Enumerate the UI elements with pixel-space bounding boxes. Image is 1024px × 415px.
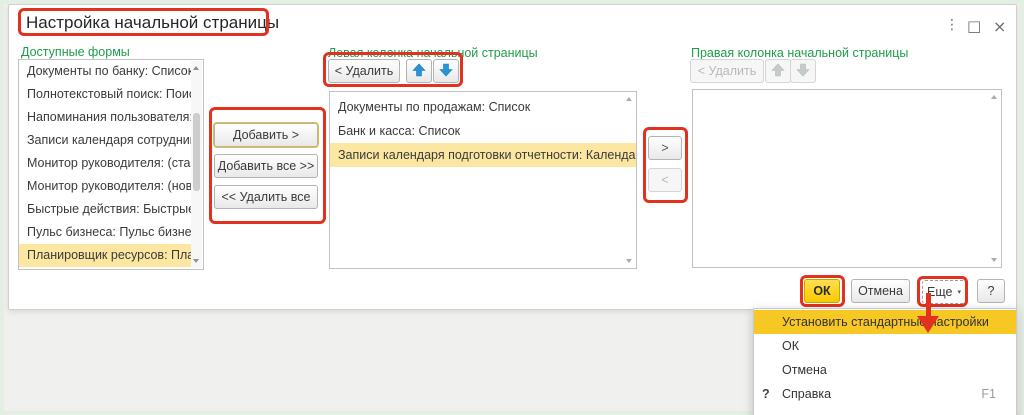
menu-item-label: Установить стандартные настройки [782, 315, 996, 329]
ok-button[interactable]: ОК [804, 279, 840, 303]
cancel-button[interactable]: Отмена [851, 279, 910, 303]
menu-item-icon: ? [754, 387, 782, 401]
start-page-setup-dialog: Настройка начальной страницы ⋮ □ × Досту… [8, 4, 1017, 310]
close-icon[interactable]: × [993, 17, 1006, 36]
screenshot-canvas: Настройка начальной страницы ⋮ □ × Досту… [0, 0, 1024, 415]
list-item[interactable]: Напоминания пользователя: ... [19, 106, 191, 129]
arrow-down-icon [796, 63, 810, 80]
scroll-up-icon[interactable] [991, 95, 997, 99]
available-forms-list[interactable]: Документы по банку: Список Полнотекстовы… [18, 59, 204, 270]
more-context-menu: Установить стандартные настройки ОК Отме… [753, 308, 1017, 415]
arrow-up-icon [412, 63, 426, 80]
menu-item[interactable]: Отмена [754, 358, 1016, 382]
list-item[interactable] [19, 267, 191, 269]
list-item[interactable]: Монитор руководителя: (новый) [19, 175, 191, 198]
right-column-list[interactable] [692, 89, 1002, 268]
scrollbar-thumb[interactable] [193, 113, 200, 191]
left-column-list[interactable]: Документы по продажам: Список Банк и кас… [329, 91, 637, 269]
scroll-up-icon[interactable] [193, 66, 199, 70]
arrow-down-icon [439, 63, 453, 80]
available-forms-label: Доступные формы [21, 45, 130, 59]
menu-item-label: Отмена [782, 363, 996, 377]
left-column-remove-button[interactable]: < Удалить [328, 59, 400, 83]
right-column-remove-button[interactable]: < Удалить [690, 59, 764, 83]
scroll-down-icon[interactable] [626, 259, 632, 263]
help-button[interactable]: ? [977, 279, 1005, 303]
list-item[interactable]: Быстрые действия: Быстрые... [19, 198, 191, 221]
list-item[interactable]: Документы по банку: Список [19, 60, 191, 83]
scroll-down-icon[interactable] [193, 259, 199, 263]
move-left-button[interactable]: < [648, 168, 682, 192]
list-item[interactable]: Монитор руководителя: (стар... [19, 152, 191, 175]
menu-item[interactable]: ОК [754, 334, 1016, 358]
remove-all-button[interactable]: << Удалить все [214, 185, 318, 209]
add-button[interactable]: Добавить > [214, 123, 318, 147]
menu-item[interactable]: ? Справка F1 [754, 382, 1016, 406]
left-column-label: Левая колонка начальной страницы [328, 46, 538, 60]
menu-item-label: Справка [782, 387, 981, 401]
list-item[interactable]: Полнотекстовый поиск: Поиск [19, 83, 191, 106]
move-right-button[interactable]: > [648, 136, 682, 160]
list-item[interactable]: Планировщик ресурсов: План... [19, 244, 191, 267]
list-item[interactable]: Записи календаря сотрудника... [19, 129, 191, 152]
menu-item-label: ОК [782, 339, 996, 353]
move-up-button[interactable] [406, 59, 432, 83]
scroll-down-icon[interactable] [991, 258, 997, 262]
kebab-menu-icon[interactable]: ⋮ [945, 17, 959, 33]
chevron-down-icon: ▾ [957, 289, 961, 296]
scrollbar[interactable] [191, 61, 202, 268]
menu-item[interactable]: Установить стандартные настройки [754, 310, 1016, 334]
scroll-up-icon[interactable] [626, 97, 632, 101]
add-all-button[interactable]: Добавить все >> [214, 154, 318, 178]
list-item[interactable]: Записи календаря подготовки отчетности: … [330, 143, 636, 167]
move-up-button-disabled[interactable] [765, 59, 791, 83]
menu-item-shortcut: F1 [981, 387, 1016, 401]
page-title: Настройка начальной страницы [26, 13, 279, 33]
list-item[interactable]: Банк и касса: Список [330, 119, 636, 143]
annotation-arrow-head [917, 316, 939, 333]
maximize-icon[interactable]: □ [967, 17, 981, 35]
list-item[interactable]: Пульс бизнеса: Пульс бизнеса [19, 221, 191, 244]
arrow-up-icon [771, 63, 785, 80]
right-column-label: Правая колонка начальной страницы [691, 46, 908, 60]
move-down-button-disabled[interactable] [790, 59, 816, 83]
annotation-arrow-shaft [926, 293, 931, 317]
move-down-button[interactable] [433, 59, 459, 83]
list-item[interactable]: Документы по продажам: Список [330, 95, 636, 119]
